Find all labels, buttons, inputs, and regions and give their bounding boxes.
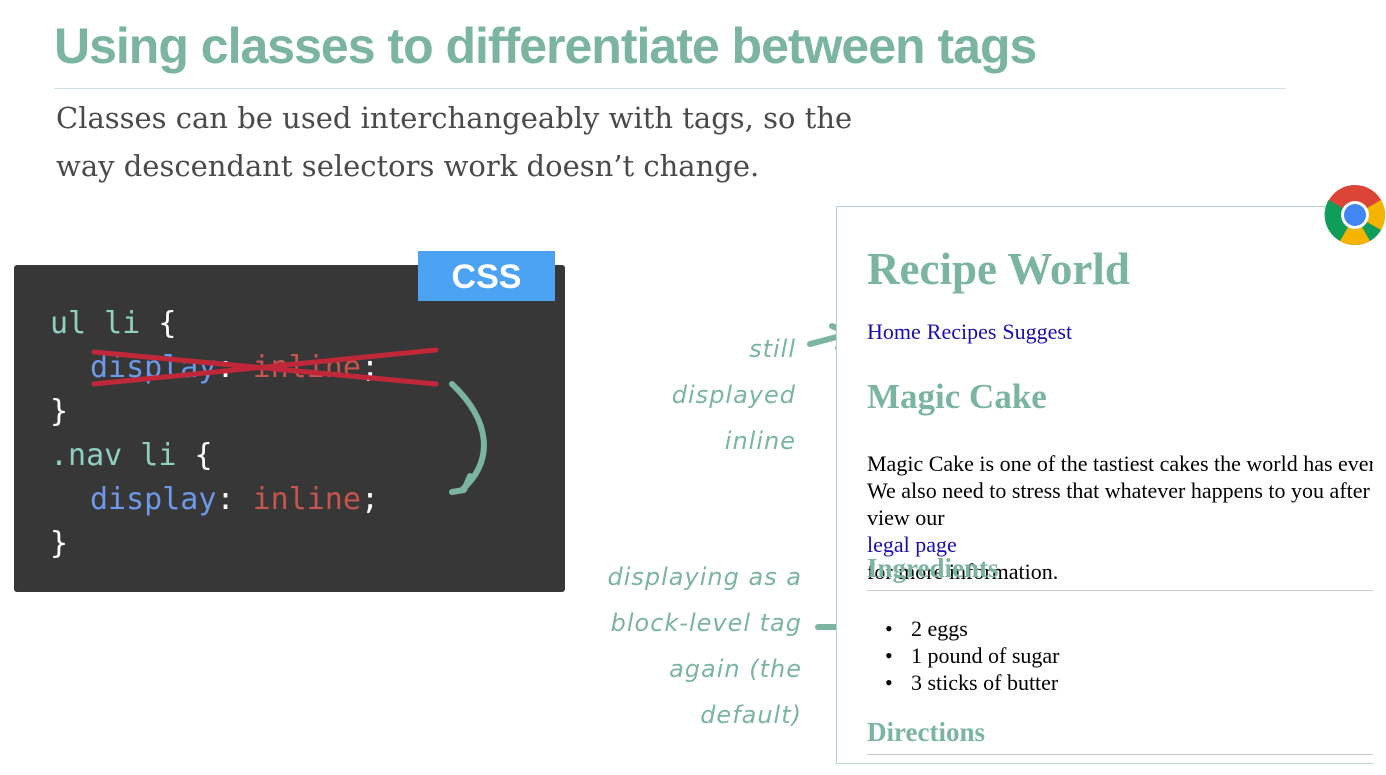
code-open-brace: { xyxy=(176,438,213,473)
code-line-1: ul li { xyxy=(50,302,379,346)
code-semicolon: ; xyxy=(360,482,379,517)
list-item: 1 pound of sugar xyxy=(867,642,1059,669)
browser-preview: Recipe World Home Recipes Suggest Magic Ca… xyxy=(836,206,1373,764)
slide-subtitle: Classes can be used interchangeably with… xyxy=(56,94,852,190)
code-close-brace: } xyxy=(50,526,69,561)
slide-title: Using classes to differentiate between t… xyxy=(54,18,1037,74)
note-line: still xyxy=(749,335,796,363)
list-item: 2 eggs xyxy=(867,615,1059,642)
note-line: inline xyxy=(724,427,796,455)
code-line-4: .nav li { xyxy=(50,434,379,478)
code-semicolon: ; xyxy=(360,350,379,385)
code-close-brace: } xyxy=(50,394,69,429)
note-line: displaying as a xyxy=(607,563,802,591)
code-open-brace: { xyxy=(140,306,177,341)
description-line-2: We also need to stress that whatever hap… xyxy=(867,478,1370,503)
subtitle-line-1: Classes can be used interchangeably with… xyxy=(56,101,853,135)
code-line-5: display: inline; xyxy=(50,478,379,522)
description-line-1: Magic Cake is one of the tastiest cakes … xyxy=(867,451,1373,476)
nav-list: Home Recipes Suggest xyxy=(867,319,1078,345)
code-line-2: display: inline; xyxy=(50,346,379,390)
code-line-3: } xyxy=(50,390,379,434)
code-property-struck: display xyxy=(90,350,217,385)
code-colon: : xyxy=(216,482,253,517)
nav-link-recipes[interactable]: Recipes xyxy=(927,319,997,344)
description-text: view our xyxy=(867,505,945,530)
note-line: again (the xyxy=(669,655,802,683)
code-selector-ul-li: ul li xyxy=(50,306,141,341)
recipe-title: Magic Cake xyxy=(867,377,1047,416)
code-selector-nav-li: .nav li xyxy=(50,438,177,473)
note-line: displayed xyxy=(671,381,796,409)
note-line: default) xyxy=(700,701,802,729)
code-property: display xyxy=(90,482,217,517)
note-block-level: displaying as a block-level tag again (t… xyxy=(580,554,802,738)
code-line-6: } xyxy=(50,522,379,566)
code-value-struck: inline xyxy=(252,350,361,385)
ingredients-divider xyxy=(867,590,1373,591)
ingredients-list: 2 eggs 1 pound of sugar 3 sticks of butt… xyxy=(867,615,1059,696)
code-value: inline xyxy=(252,482,361,517)
code-colon: : xyxy=(216,350,253,385)
note-still-inline: still displayed inline xyxy=(640,326,796,464)
nav-link-suggest[interactable]: Suggest xyxy=(1002,319,1072,344)
directions-divider xyxy=(867,754,1373,755)
page-heading: Recipe World xyxy=(867,244,1130,294)
directions-heading: Directions xyxy=(867,717,985,747)
subtitle-line-2: way descendant selectors work doesn’t ch… xyxy=(56,149,760,183)
nav-link-home[interactable]: Home xyxy=(867,319,921,344)
css-badge: CSS xyxy=(418,251,555,301)
chrome-logo-icon xyxy=(1324,185,1386,246)
title-divider xyxy=(54,88,1286,89)
note-line: block-level tag xyxy=(610,609,802,637)
css-code: ul li { display: inline; } .nav li { dis… xyxy=(50,302,379,566)
ingredients-heading: Ingredients xyxy=(867,553,999,583)
list-item: 3 sticks of butter xyxy=(867,669,1059,696)
